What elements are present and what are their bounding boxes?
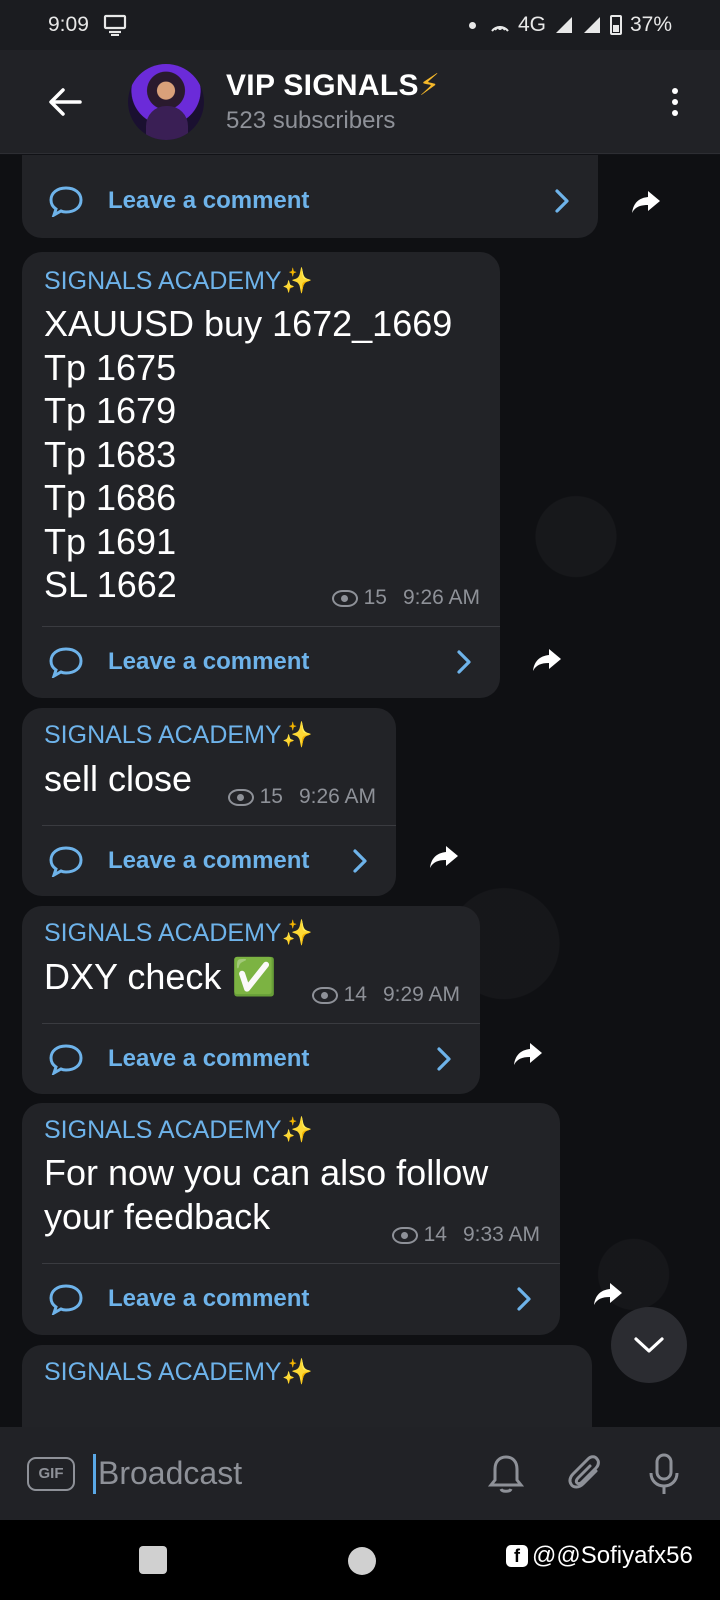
channel-title: VIP SIGNALS⚡ bbox=[226, 69, 441, 102]
chevron-right-icon bbox=[517, 1287, 531, 1311]
chevron-right-icon bbox=[555, 189, 569, 213]
back-arrow-icon bbox=[49, 87, 82, 116]
leave-comment-label: Leave a comment bbox=[108, 648, 310, 675]
chevron-right-icon bbox=[353, 849, 367, 873]
leave-comment-button[interactable]: Leave a comment bbox=[22, 166, 598, 236]
sparkles-emoji: ✨ bbox=[281, 919, 313, 947]
sparkles-emoji: ✨ bbox=[281, 267, 313, 295]
message-list[interactable]: Leave a comment SIGNALS ACADEMY✨ XAUUSD … bbox=[0, 155, 720, 1427]
message-bubble-partial: SIGNALS ACADEMY✨ bbox=[22, 1345, 592, 1427]
share-icon[interactable] bbox=[428, 840, 460, 872]
facebook-icon: f bbox=[506, 1545, 528, 1567]
share-icon[interactable] bbox=[630, 185, 662, 217]
leave-comment-label: Leave a comment bbox=[108, 187, 310, 214]
watermark: f @@Sofiyafx56 bbox=[506, 1542, 693, 1570]
share-icon[interactable] bbox=[512, 1037, 544, 1069]
gif-button[interactable]: GIF bbox=[27, 1456, 75, 1491]
message-meta: 15 9:26 AM bbox=[331, 586, 480, 610]
views-icon bbox=[311, 986, 338, 1004]
sparkles-emoji: ✨ bbox=[281, 1116, 313, 1144]
battery-icon bbox=[609, 15, 622, 35]
sparkles-emoji: ✨ bbox=[281, 1358, 313, 1386]
views-icon bbox=[227, 788, 254, 806]
leave-comment-label: Leave a comment bbox=[108, 1285, 310, 1312]
message-meta: 14 9:33 AM bbox=[391, 1223, 540, 1247]
bell-icon[interactable] bbox=[488, 1453, 524, 1495]
message-sender: SIGNALS ACADEMY✨ bbox=[44, 721, 313, 749]
message-bubble: SIGNALS ACADEMY✨ DXY check ✅ 14 9:29 AM … bbox=[22, 906, 480, 1094]
battery-percent: 37% bbox=[629, 13, 672, 36]
leave-comment-label: Leave a comment bbox=[108, 1045, 310, 1072]
cast-icon bbox=[103, 14, 126, 36]
view-count: 15 bbox=[363, 586, 387, 609]
back-button[interactable] bbox=[30, 67, 100, 137]
sparkles-emoji: ✨ bbox=[281, 721, 313, 749]
message-bubble: SIGNALS ACADEMY✨ XAUUSD buy 1672_1669 Tp… bbox=[22, 252, 500, 698]
comment-icon bbox=[49, 1284, 83, 1315]
comment-icon bbox=[49, 186, 83, 217]
signal-icon-2 bbox=[583, 17, 600, 33]
network-type: 4G bbox=[517, 13, 546, 36]
hotspot-icon bbox=[491, 26, 509, 32]
message-text: XAUUSD buy 1672_1669 Tp 1675 Tp 1679 Tp … bbox=[44, 303, 453, 605]
message-bubble-partial: Leave a comment bbox=[22, 155, 598, 238]
leave-comment-button[interactable]: Leave a comment bbox=[22, 826, 396, 896]
message-time: 9:33 AM bbox=[462, 1223, 540, 1246]
message-bubble: SIGNALS ACADEMY✨ sell close 15 9:26 AM L… bbox=[22, 708, 396, 896]
message-sender: SIGNALS ACADEMY✨ bbox=[44, 919, 313, 947]
message-sender: SIGNALS ACADEMY✨ bbox=[44, 267, 313, 295]
text-cursor bbox=[93, 1453, 96, 1494]
chat-header: VIP SIGNALS⚡ 523 subscribers bbox=[0, 50, 720, 154]
comment-icon bbox=[49, 846, 83, 877]
input-bar: GIF Broadcast bbox=[0, 1427, 720, 1520]
watermark-text: @@Sofiyafx56 bbox=[532, 1542, 693, 1569]
message-sender: SIGNALS ACADEMY✨ bbox=[44, 1358, 313, 1386]
status-bar: 9:09 4G 37% bbox=[0, 0, 720, 50]
channel-avatar[interactable] bbox=[128, 63, 204, 140]
message-sender: SIGNALS ACADEMY✨ bbox=[44, 1116, 313, 1144]
recents-button[interactable] bbox=[139, 1546, 167, 1574]
message-input[interactable]: Broadcast bbox=[98, 1455, 242, 1492]
message-time: 9:29 AM bbox=[382, 983, 460, 1006]
home-button[interactable] bbox=[348, 1547, 376, 1575]
signal-icon bbox=[555, 17, 572, 33]
lightning-emoji: ⚡ bbox=[418, 69, 441, 102]
view-count: 14 bbox=[343, 983, 367, 1006]
system-navigation-bar: f @@Sofiyafx56 bbox=[0, 1520, 720, 1600]
view-count: 15 bbox=[259, 785, 283, 808]
leave-comment-button[interactable]: Leave a comment bbox=[22, 627, 500, 697]
views-icon bbox=[391, 1226, 418, 1244]
message-meta: 14 9:29 AM bbox=[311, 983, 460, 1007]
scroll-down-button[interactable] bbox=[611, 1307, 687, 1383]
views-icon bbox=[331, 589, 358, 607]
notification-dot-icon bbox=[468, 21, 476, 29]
message-time: 9:26 AM bbox=[298, 785, 376, 808]
channel-info[interactable]: VIP SIGNALS⚡ 523 subscribers bbox=[226, 68, 440, 135]
chevron-right-icon bbox=[437, 1047, 451, 1071]
leave-comment-button[interactable]: Leave a comment bbox=[22, 1264, 560, 1334]
more-menu-button[interactable] bbox=[672, 87, 678, 116]
message-text: sell close bbox=[44, 758, 193, 799]
message-bubble: SIGNALS ACADEMY✨ For now you can also fo… bbox=[22, 1103, 560, 1335]
message-time: 9:26 AM bbox=[402, 586, 480, 609]
chevron-down-icon bbox=[634, 1337, 664, 1353]
view-count: 14 bbox=[423, 1223, 447, 1246]
comment-icon bbox=[49, 647, 83, 678]
leave-comment-button[interactable]: Leave a comment bbox=[22, 1024, 480, 1094]
comment-icon bbox=[49, 1044, 83, 1075]
attachment-icon[interactable] bbox=[566, 1453, 606, 1495]
chevron-right-icon bbox=[457, 650, 471, 674]
status-time: 9:09 bbox=[48, 13, 89, 36]
subscriber-count: 523 subscribers bbox=[226, 107, 396, 134]
share-icon[interactable] bbox=[531, 643, 563, 675]
microphone-icon[interactable] bbox=[648, 1452, 680, 1496]
check-mark-emoji: ✅ bbox=[231, 956, 277, 997]
share-icon[interactable] bbox=[592, 1277, 624, 1309]
message-meta: 15 9:26 AM bbox=[227, 785, 376, 809]
message-text: DXY check ✅ bbox=[44, 956, 277, 997]
leave-comment-label: Leave a comment bbox=[108, 847, 310, 874]
